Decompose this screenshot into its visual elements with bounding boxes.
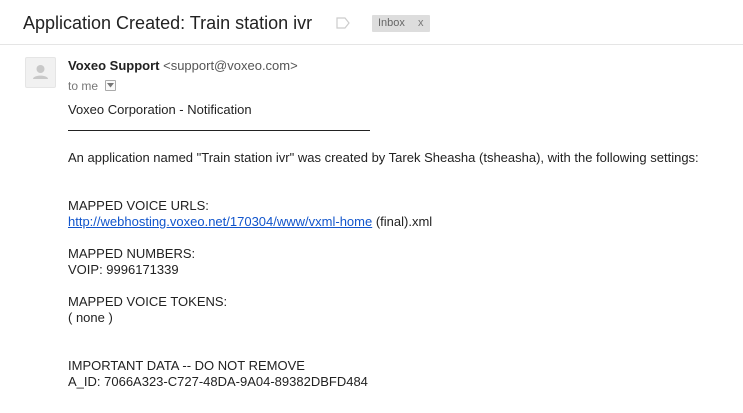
voice-urls-heading: MAPPED VOICE URLS: bbox=[68, 198, 209, 213]
notification-title: Voxeo Corporation - Notification bbox=[68, 102, 252, 117]
email-subject: Application Created: Train station ivr bbox=[23, 13, 313, 33]
app-id: A_ID: 7066A323-C727-48DA-9A04-89382DBFD4… bbox=[68, 374, 368, 389]
voip-number: VOIP: 9996171339 bbox=[68, 262, 179, 277]
inbox-label-chip[interactable]: Inbox x bbox=[372, 15, 430, 32]
avatar-person-icon bbox=[33, 65, 48, 79]
voice-url-line: http://webhosting.voxeo.net/170304/www/v… bbox=[68, 214, 432, 230]
message-header: Application Created: Train station ivr I… bbox=[0, 0, 743, 45]
important-heading: IMPORTANT DATA -- DO NOT REMOVE bbox=[68, 358, 305, 373]
chevron-down-icon bbox=[107, 83, 115, 88]
label-tag-icon[interactable] bbox=[336, 17, 350, 29]
show-details-toggle[interactable] bbox=[105, 80, 117, 91]
sender-line: Voxeo Support <support@voxeo.com> bbox=[68, 58, 298, 74]
remove-label-button[interactable]: x bbox=[418, 15, 424, 32]
divider-rule bbox=[68, 130, 370, 131]
recipient-text: to me bbox=[68, 79, 99, 93]
recipient-line: to me bbox=[68, 78, 117, 94]
avatar bbox=[25, 57, 56, 88]
intro-text: An application named "Train station ivr"… bbox=[68, 150, 699, 165]
voice-url-link[interactable]: http://webhosting.voxeo.net/170304/www/v… bbox=[68, 214, 372, 229]
inbox-label-text: Inbox bbox=[378, 17, 405, 29]
tokens-heading: MAPPED VOICE TOKENS: bbox=[68, 294, 228, 309]
sender-name[interactable]: Voxeo Support bbox=[68, 58, 159, 73]
numbers-heading: MAPPED NUMBERS: bbox=[68, 246, 196, 261]
voice-url-suffix: (final).xml bbox=[372, 214, 433, 229]
sender-email: <support@voxeo.com> bbox=[163, 58, 298, 73]
tokens-value: ( none ) bbox=[68, 310, 113, 325]
